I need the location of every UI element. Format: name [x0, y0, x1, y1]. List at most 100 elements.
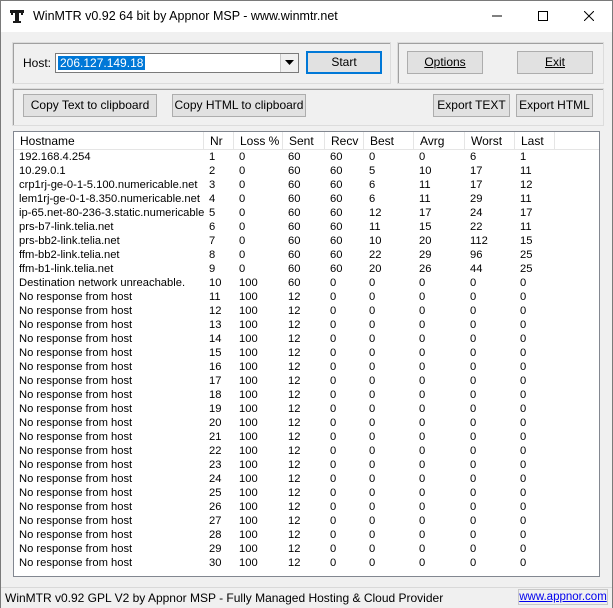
table-cell: 12	[288, 305, 301, 317]
table-cell: 100	[239, 501, 258, 513]
table-cell: 0	[330, 515, 337, 527]
table-row[interactable]: No response from host 27 100 12 0 0 0 0 0	[14, 514, 599, 528]
table-row[interactable]: No response from host 11 100 12 0 0 0 0 0	[14, 290, 599, 304]
table-cell: 0	[419, 151, 426, 163]
column-header-avrg[interactable]: Avrg	[414, 132, 465, 149]
table-row[interactable]: No response from host 14 100 12 0 0 0 0 0	[14, 332, 599, 346]
column-header-nr[interactable]: Nr	[204, 132, 234, 149]
table-cell: 17	[419, 207, 432, 219]
table-cell: No response from host	[19, 529, 133, 541]
table-cell: 12	[288, 389, 301, 401]
table-cell: 100	[239, 375, 258, 387]
table-cell: 100	[239, 319, 258, 331]
table-cell: 0	[369, 361, 376, 373]
table-cell: 11	[419, 193, 431, 205]
column-header-recv[interactable]: Recv	[325, 132, 364, 149]
table-row[interactable]: No response from host 20 100 12 0 0 0 0 0	[14, 416, 599, 430]
table-cell: No response from host	[19, 543, 133, 555]
column-header-loss[interactable]: Loss %	[234, 132, 283, 149]
table-row[interactable]: No response from host 13 100 12 0 0 0 0 0	[14, 318, 599, 332]
table-row[interactable]: No response from host 22 100 12 0 0 0 0 0	[14, 444, 599, 458]
table-cell: lem1rj-ge-0-1-8.350.numericable.net	[19, 193, 200, 205]
table-cell: 96	[470, 249, 483, 261]
table-row[interactable]: 192.168.4.254 1 0 60 60 0 0 6 1	[14, 150, 599, 164]
table-row[interactable]: No response from host 12 100 12 0 0 0 0 0	[14, 304, 599, 318]
table-cell: 0	[369, 277, 376, 289]
column-header-last[interactable]: Last	[515, 132, 555, 149]
table-cell: 0	[520, 501, 527, 513]
table-row[interactable]: No response from host 23 100 12 0 0 0 0 0	[14, 458, 599, 472]
table-cell: 12	[209, 305, 222, 317]
column-header-hostname[interactable]: Hostname	[14, 132, 204, 149]
table-row[interactable]: No response from host 28 100 12 0 0 0 0 0	[14, 528, 599, 542]
options-button[interactable]: Options	[407, 51, 483, 74]
dropdown-button[interactable]	[280, 54, 298, 72]
table-cell: 8	[209, 249, 216, 261]
table-row[interactable]: No response from host 21 100 12 0 0 0 0 0	[14, 430, 599, 444]
table-cell: 0	[239, 263, 246, 275]
table-row[interactable]: No response from host 24 100 12 0 0 0 0 0	[14, 472, 599, 486]
close-button[interactable]	[566, 1, 612, 32]
table-cell: 0	[330, 277, 337, 289]
table-row[interactable]: 10.29.0.1 2 0 60 60 5 10 17 11	[14, 164, 599, 178]
table-cell: 28	[209, 529, 222, 541]
table-row[interactable]: No response from host 25 100 12 0 0 0 0 0	[14, 486, 599, 500]
copy-html-button[interactable]: Copy HTML to clipboard	[172, 94, 306, 117]
table-cell: 0	[239, 179, 246, 191]
table-row[interactable]: crp1rj-ge-0-1-5.100.numericable.net 3 0 60 6…	[14, 178, 599, 192]
maximize-button[interactable]	[520, 1, 566, 32]
table-cell: 0	[419, 319, 426, 331]
table-cell: 12	[288, 487, 301, 499]
export-text-button[interactable]: Export TEXT	[433, 94, 510, 117]
table-cell: 0	[520, 291, 527, 303]
table-row[interactable]: Destination network unreachable. 10 100 60 0…	[14, 276, 599, 290]
table-row[interactable]: No response from host 30 100 12 0 0 0 0 0	[14, 556, 599, 570]
host-input[interactable]: 206.127.149.18	[58, 56, 146, 70]
table-row[interactable]: No response from host 19 100 12 0 0 0 0 0	[14, 402, 599, 416]
column-header-best[interactable]: Best	[364, 132, 414, 149]
start-button[interactable]: Start	[306, 51, 382, 74]
table-row[interactable]: ip-65.net-80-236-3.static.numericable.fr…	[14, 206, 599, 220]
table-cell: 100	[239, 333, 258, 345]
table-row[interactable]: No response from host 29 100 12 0 0 0 0 0	[14, 542, 599, 556]
exit-button[interactable]: Exit	[517, 51, 593, 74]
table-row[interactable]: No response from host 18 100 12 0 0 0 0 0	[14, 388, 599, 402]
table-cell: 0	[470, 473, 477, 485]
table-row[interactable]: No response from host 16 100 12 0 0 0 0 0	[14, 360, 599, 374]
table-cell: 0	[470, 487, 477, 499]
table-cell: 0	[239, 151, 246, 163]
table-row[interactable]: No response from host 17 100 12 0 0 0 0 0	[14, 374, 599, 388]
table-cell: 0	[239, 235, 246, 247]
table-cell: 12	[288, 403, 301, 415]
title-bar: WinMTR v0.92 64 bit by Appnor MSP - www.…	[1, 1, 612, 32]
table-row[interactable]: ffm-bb2-link.telia.net 8 0 60 60 22 29 96 25	[14, 248, 599, 262]
table-row[interactable]: prs-b7-link.telia.net 6 0 60 60 11 15 22 11	[14, 220, 599, 234]
table-row[interactable]: No response from host 26 100 12 0 0 0 0 0	[14, 500, 599, 514]
table-cell: 60	[288, 221, 301, 233]
table-cell: ip-65.net-80-236-3.static.numericable.fr	[19, 207, 205, 219]
status-text: WinMTR v0.92 GPL V2 by Appnor MSP - Full…	[5, 591, 444, 605]
copy-text-button[interactable]: Copy Text to clipboard	[23, 94, 157, 117]
table-cell: 0	[520, 361, 527, 373]
results-table[interactable]: Hostname Nr Loss % Sent Recv Best Avrg Worst Las…	[13, 131, 600, 577]
host-combobox[interactable]: 206.127.149.18	[55, 53, 299, 73]
table-row[interactable]: No response from host 15 100 12 0 0 0 0 0	[14, 346, 599, 360]
appnor-link[interactable]: www.appnor.com	[518, 589, 608, 605]
table-cell: 0	[419, 389, 426, 401]
table-cell: 12	[288, 375, 301, 387]
export-html-button[interactable]: Export HTML	[516, 94, 593, 117]
table-cell: 6	[209, 221, 216, 233]
table-row[interactable]: lem1rj-ge-0-1-8.350.numericable.net 4 0 60 6…	[14, 192, 599, 206]
table-cell: 12	[288, 361, 301, 373]
table-cell: 60	[330, 193, 343, 205]
table-cell: 1	[520, 151, 527, 163]
minimize-button[interactable]	[474, 1, 520, 32]
table-cell: 18	[209, 389, 222, 401]
column-header-worst[interactable]: Worst	[465, 132, 515, 149]
table-cell: 0	[470, 417, 477, 429]
table-cell: 60	[288, 207, 301, 219]
table-cell: 0	[470, 557, 477, 569]
column-header-sent[interactable]: Sent	[283, 132, 325, 149]
table-row[interactable]: prs-bb2-link.telia.net 7 0 60 60 10 20 112 15	[14, 234, 599, 248]
table-row[interactable]: ffm-b1-link.telia.net 9 0 60 60 20 26 44 25	[14, 262, 599, 276]
